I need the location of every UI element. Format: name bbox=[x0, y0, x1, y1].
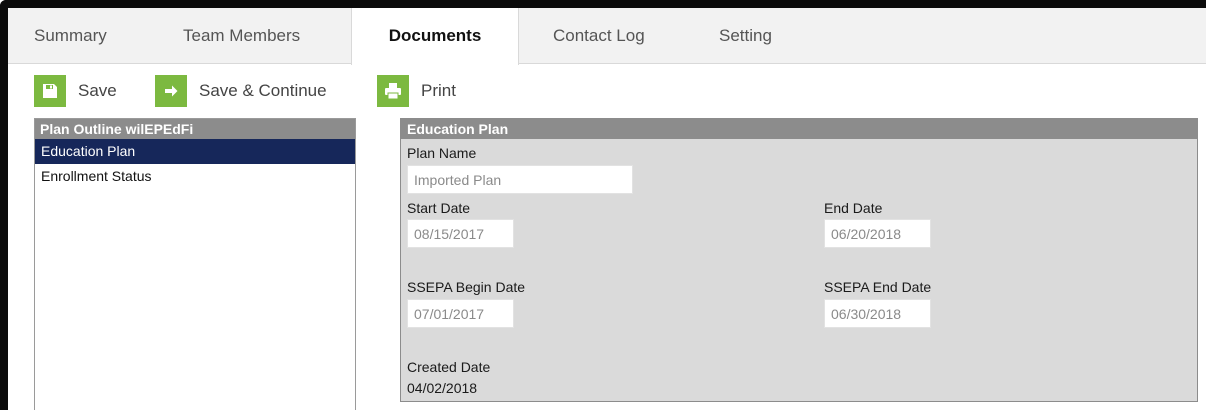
ssepa-begin-date-field[interactable] bbox=[407, 299, 514, 328]
ssepa-begin-date-label: SSEPA Begin Date bbox=[407, 279, 526, 295]
save-button[interactable]: Save bbox=[34, 75, 117, 107]
outline-item-education-plan[interactable]: Education Plan bbox=[35, 139, 355, 164]
start-date-label: Start Date bbox=[407, 200, 471, 216]
end-date-label: End Date bbox=[824, 200, 883, 216]
ssepa-end-date-label: SSEPA End Date bbox=[824, 279, 932, 295]
tab-bar: Summary Team Members Documents Contact L… bbox=[8, 8, 1206, 65]
plan-name-field[interactable] bbox=[407, 165, 633, 194]
printer-icon bbox=[377, 75, 409, 107]
tab-documents[interactable]: Documents bbox=[351, 8, 519, 65]
tab-team-members[interactable]: Team Members bbox=[183, 8, 300, 64]
start-date-field[interactable] bbox=[407, 219, 514, 248]
arrow-right-icon bbox=[155, 75, 187, 107]
education-plan-title: Education Plan bbox=[401, 119, 1197, 139]
toolbar: Save Save & Continue Print bbox=[8, 64, 1206, 116]
save-continue-label: Save & Continue bbox=[199, 81, 327, 100]
tab-contact-log[interactable]: Contact Log bbox=[553, 8, 645, 64]
print-button[interactable]: Print bbox=[377, 75, 456, 107]
print-label: Print bbox=[421, 81, 456, 100]
outline-item-enrollment-status[interactable]: Enrollment Status bbox=[35, 164, 355, 189]
education-plan-panel: Education Plan Plan Name Start Date End … bbox=[400, 118, 1198, 402]
plan-outline-panel: Plan Outline wilEPEdFi Education Plan En… bbox=[34, 118, 356, 410]
tab-summary[interactable]: Summary bbox=[34, 8, 107, 64]
created-date-label: Created Date bbox=[407, 359, 491, 375]
created-date-value: 04/02/2018 bbox=[407, 380, 478, 396]
end-date-field[interactable] bbox=[824, 219, 931, 248]
plan-outline-title: Plan Outline wilEPEdFi bbox=[35, 119, 355, 139]
plan-name-label: Plan Name bbox=[407, 145, 477, 161]
save-label: Save bbox=[78, 81, 117, 100]
save-continue-button[interactable]: Save & Continue bbox=[155, 75, 327, 107]
tab-setting[interactable]: Setting bbox=[719, 8, 772, 64]
ssepa-end-date-field[interactable] bbox=[824, 299, 931, 328]
floppy-disk-icon bbox=[34, 75, 66, 107]
